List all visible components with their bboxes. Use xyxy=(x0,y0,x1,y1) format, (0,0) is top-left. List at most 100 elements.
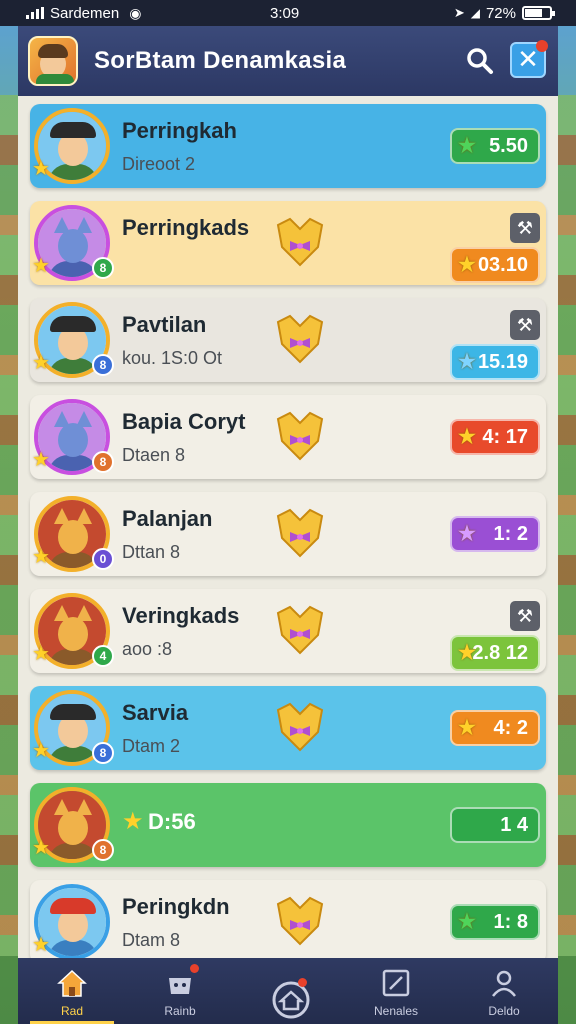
level-badge: 8 xyxy=(92,839,114,861)
level-badge: 8 xyxy=(92,257,114,279)
score-value: 03.10 xyxy=(477,253,528,276)
nav-item-rad[interactable]: Rad xyxy=(18,958,126,1024)
player-subtext: Dttan 8 xyxy=(122,542,181,562)
house-circle-icon xyxy=(271,978,310,1019)
star-badge-icon: ★ xyxy=(32,641,50,665)
edit-icon xyxy=(379,966,413,1000)
notification-dot xyxy=(298,978,307,987)
player-subtext: Dtaen 8 xyxy=(122,445,186,465)
score-badge: ★ 4: 2 xyxy=(450,710,540,746)
star-icon: ★ xyxy=(122,807,144,835)
leaderboard-row[interactable]: ★ 8 D:56 1 4 ★ xyxy=(18,779,558,871)
score-badge: ★ 03.10 xyxy=(450,247,540,283)
score-value: 1: 2 xyxy=(493,522,528,545)
tools-icon[interactable]: ⚒ xyxy=(510,601,540,631)
notification-dot xyxy=(536,40,548,52)
player-name: Perringkads xyxy=(122,215,250,240)
player-subtext: Dtam 8 xyxy=(122,930,181,950)
location-icon: ➤ xyxy=(453,5,465,20)
star-badge-icon: ★ xyxy=(32,544,50,568)
notification-dot xyxy=(190,964,199,973)
score-star-icon: ★ xyxy=(458,135,476,157)
shop-icon xyxy=(163,964,199,1000)
trophy-icon xyxy=(272,702,328,754)
score-star-icon: ★ xyxy=(458,642,476,664)
leaderboard-row[interactable]: ★ Perringkah Direoot 2 ★ 5.50 xyxy=(18,100,558,192)
wifi-icon: ◉ xyxy=(129,4,142,21)
level-badge: 0 xyxy=(92,548,114,570)
score-star-icon: ★ xyxy=(458,523,476,545)
nav-item-rainb[interactable]: Rainb xyxy=(126,958,234,1024)
star-badge-icon: ★ xyxy=(32,738,50,762)
score-badge: ★ 5.50 xyxy=(450,128,540,164)
profile-icon xyxy=(487,966,521,1000)
player-name: Veringkads xyxy=(122,603,240,628)
status-bar: Sardemen ◉ 3:09 ➤ ◢ 72% xyxy=(0,0,576,26)
nav-label: Rad xyxy=(60,1004,83,1018)
trophy-icon xyxy=(272,896,328,948)
level-badge: 8 xyxy=(92,742,114,764)
search-icon[interactable] xyxy=(464,45,496,77)
score-value: 5.50 xyxy=(489,134,528,157)
score-badge: ★ 15.19 xyxy=(450,344,540,380)
score-value: 2.8 12 xyxy=(472,641,528,664)
app-avatar-icon[interactable] xyxy=(28,36,78,86)
player-name: Perringkah xyxy=(122,118,237,143)
player-name: Pavtilan xyxy=(122,312,207,337)
app-header: SorBtam Denamkasia ✕ xyxy=(18,26,558,96)
leaderboard-row[interactable]: ★ 8 Bapia Coryt Dtaen 8 ★ 4: 17 xyxy=(18,391,558,483)
player-subtext: aoo :8 xyxy=(122,639,173,659)
close-button[interactable]: ✕ xyxy=(510,40,548,78)
score-badge: ★ 1: 8 xyxy=(450,904,540,940)
trophy-icon xyxy=(272,605,328,657)
score-value: 1: 8 xyxy=(493,910,528,933)
player-subtext: D:56 xyxy=(148,809,196,834)
level-badge: 8 xyxy=(92,451,114,473)
score-star-icon: ★ xyxy=(458,254,476,276)
score-value: 15.19 xyxy=(477,350,528,373)
level-badge: 4 xyxy=(92,645,114,667)
signal-small-icon: ◢ xyxy=(470,6,480,20)
star-badge-icon: ★ xyxy=(32,350,50,374)
score-badge: ★ 4: 17 xyxy=(450,419,540,455)
player-subtext: kou. 1S:0 Ot xyxy=(122,348,223,368)
tools-icon[interactable]: ⚒ xyxy=(510,310,540,340)
score-star-icon: ★ xyxy=(458,911,476,933)
nav-item-nenales[interactable]: Nenales xyxy=(342,958,450,1024)
star-badge-icon: ★ xyxy=(32,253,50,277)
leaderboard-row[interactable]: ★ 8 Pavtilan kou. 1S:0 Ot ⚒ ★ 15.19 xyxy=(18,294,558,386)
score-value: 4: 17 xyxy=(482,425,528,448)
star-badge-icon: ★ xyxy=(32,447,50,471)
game-world-background-right xyxy=(558,95,576,956)
score-badge: ★ 2.8 12 xyxy=(450,635,540,671)
score-badge: ★ 1: 2 xyxy=(450,516,540,552)
star-badge-icon: ★ xyxy=(32,156,50,180)
trophy-icon xyxy=(272,314,328,366)
page-title: SorBtam Denamkasia xyxy=(94,47,347,74)
leaderboard-row[interactable]: ★ Peringkdn Dtam 8 ★ 1: 8 xyxy=(18,876,558,968)
nav-label: Nenales xyxy=(373,1004,419,1018)
player-name: Peringkdn xyxy=(122,894,230,919)
score-badge: 1 4 xyxy=(450,807,540,843)
close-icon: ✕ xyxy=(517,45,539,75)
leaderboard-row[interactable]: ★ 8 Sarvia Dtam 2 ★ 4: 2 xyxy=(18,682,558,774)
nav-item-deldo[interactable]: Deldo xyxy=(450,958,558,1024)
player-subtext: Direoot 2 xyxy=(122,154,196,174)
leaderboard-list: ★ Perringkah Direoot 2 ★ 5.50 ★ 8 Perringkads ⚒ ★… xyxy=(18,96,558,964)
player-name: Bapia Coryt xyxy=(122,409,246,434)
status-time: 3:09 xyxy=(270,4,300,22)
leaderboard-row[interactable]: ★ 8 Perringkads ⚒ ★ 03.10 xyxy=(18,197,558,289)
battery-percent: 72% xyxy=(485,4,516,22)
trophy-icon xyxy=(272,217,328,269)
player-subtext: Dtam 2 xyxy=(122,736,181,756)
signal-icon xyxy=(26,7,44,19)
score-value: 4: 2 xyxy=(493,716,528,739)
nav-item-home-center[interactable] xyxy=(234,958,342,1024)
leaderboard-row[interactable]: ★ 4 Veringkads aoo :8 ⚒ ★ 2.8 12 xyxy=(18,585,558,677)
leaderboard-row[interactable]: ★ 0 Palanjan Dttan 8 ★ 1: 2 xyxy=(18,488,558,580)
level-badge: 8 xyxy=(92,354,114,376)
star-badge-icon: ★ xyxy=(32,835,50,859)
bottom-navigation: Rad Rainb Nenales Deldo xyxy=(18,958,558,1024)
score-star-icon: ★ xyxy=(458,426,476,448)
tools-icon[interactable]: ⚒ xyxy=(510,213,540,243)
